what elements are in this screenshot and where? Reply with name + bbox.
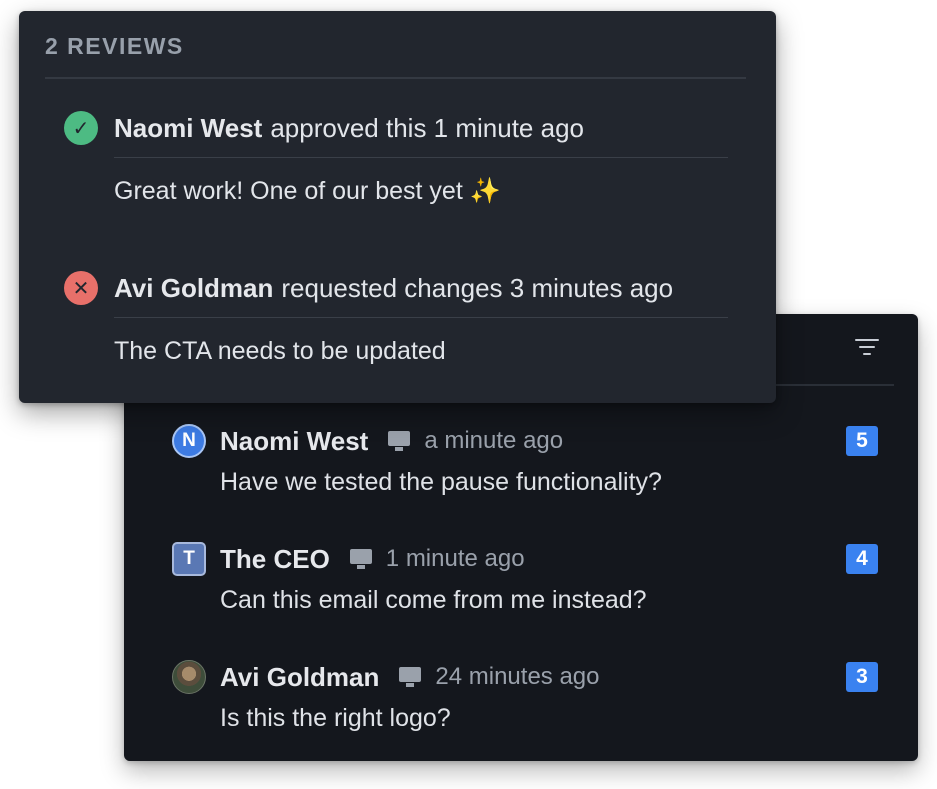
desktop-icon-stand xyxy=(406,683,415,687)
comment-time: 24 minutes ago xyxy=(435,663,600,690)
comment-body: Can this email come from me instead? xyxy=(220,586,647,614)
comment-header: Naomi West a minute ago xyxy=(220,424,563,458)
comment-item[interactable]: N Naomi West a minute ago Have we tested… xyxy=(172,424,878,514)
comment-item[interactable]: Avi Goldman 24 minutes ago Is this the r… xyxy=(172,660,878,750)
review-divider xyxy=(114,157,728,158)
comment-body: Have we tested the pause functionality? xyxy=(220,468,662,496)
comment-author: The CEO xyxy=(220,543,330,574)
review-author: Naomi West xyxy=(114,112,263,143)
review-item: ✕ Avi Goldman requested changes 3 minute… xyxy=(64,271,728,381)
reviews-title: 2 REVIEWS xyxy=(45,33,184,59)
avatar: T xyxy=(172,542,206,576)
review-comments-stage: N Naomi West a minute ago Have we tested… xyxy=(0,0,937,789)
comment-number-badge[interactable]: 3 xyxy=(846,662,878,692)
desktop-icon xyxy=(349,549,372,569)
filter-icon-line xyxy=(863,353,871,355)
desktop-icon-screen xyxy=(388,431,411,446)
desktop-icon-screen xyxy=(349,549,372,564)
review-divider xyxy=(114,317,728,318)
avatar xyxy=(172,660,206,694)
comment-header: The CEO 1 minute ago xyxy=(220,542,525,576)
desktop-icon-stand xyxy=(395,447,404,451)
comment-time: 1 minute ago xyxy=(385,545,525,572)
review-action: requested changes 3 minutes ago xyxy=(281,272,674,303)
review-author: Avi Goldman xyxy=(114,272,274,303)
comment-body: Is this the right logo? xyxy=(220,704,451,732)
filter-icon-line xyxy=(855,339,879,341)
review-comment: Great work! One of our best yet ✨ xyxy=(114,177,501,205)
checkmark-icon: ✓ xyxy=(64,111,98,145)
review-action: approved this 1 minute ago xyxy=(270,112,584,143)
desktop-icon-screen xyxy=(399,667,422,682)
comment-item[interactable]: T The CEO 1 minute ago Can this email co… xyxy=(172,542,878,632)
filter-icon-line xyxy=(859,346,875,348)
desktop-icon xyxy=(388,431,411,451)
desktop-icon-stand xyxy=(356,565,365,569)
review-comment: The CTA needs to be updated xyxy=(114,337,446,365)
review-summary: Avi Goldman requested changes 3 minutes … xyxy=(114,271,673,305)
comment-time: a minute ago xyxy=(424,427,564,454)
desktop-icon xyxy=(399,667,422,687)
avatar: N xyxy=(172,424,206,458)
comment-number-badge[interactable]: 5 xyxy=(846,426,878,456)
comment-number-badge[interactable]: 4 xyxy=(846,544,878,574)
review-item: ✓ Naomi West approved this 1 minute ago … xyxy=(64,111,728,221)
review-summary: Naomi West approved this 1 minute ago xyxy=(114,111,584,145)
comment-author: Naomi West xyxy=(220,425,369,456)
comment-author: Avi Goldman xyxy=(220,661,380,692)
close-icon: ✕ xyxy=(64,271,98,305)
reviews-divider xyxy=(45,77,746,79)
comment-header: Avi Goldman 24 minutes ago xyxy=(220,660,600,694)
reviews-panel: 2 REVIEWS ✓ Naomi West approved this 1 m… xyxy=(19,11,776,403)
filter-icon[interactable] xyxy=(852,334,882,360)
